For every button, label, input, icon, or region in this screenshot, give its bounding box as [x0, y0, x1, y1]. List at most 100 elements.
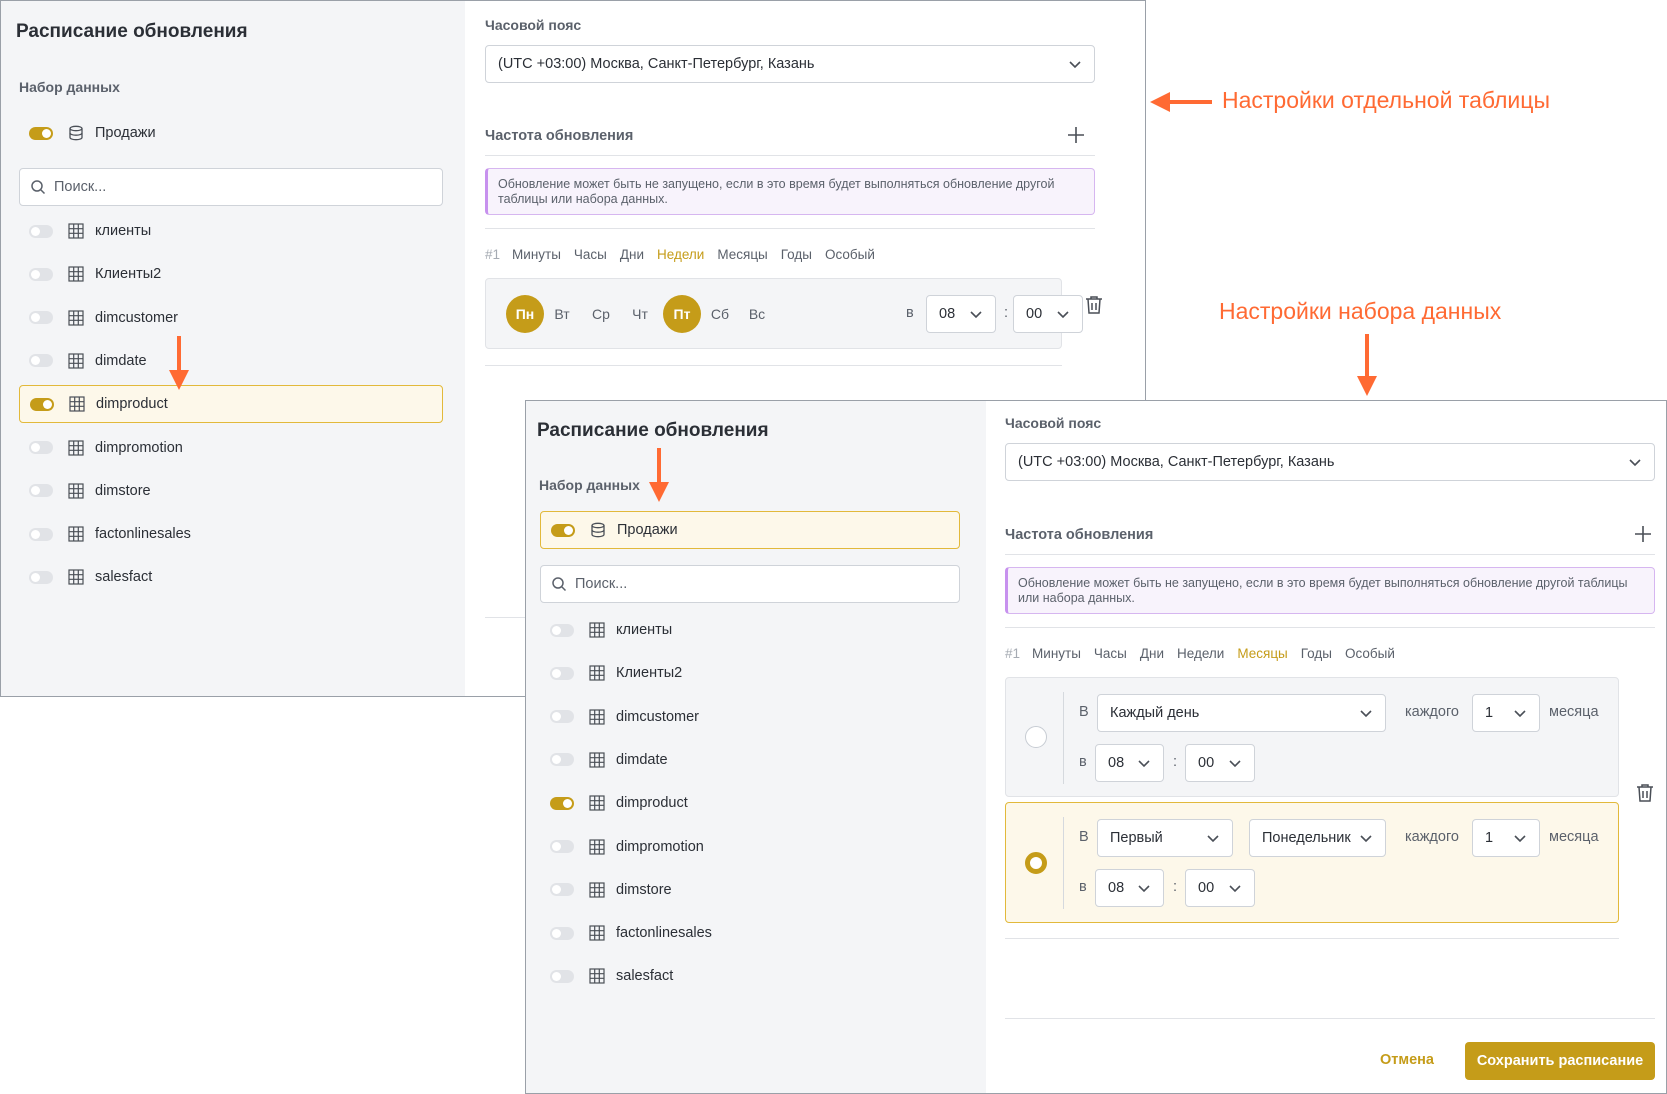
timezone-select[interactable]: (UTC +03:00) Москва, Санкт-Петербург, Ка… — [1005, 443, 1655, 481]
frequency-tab[interactable]: Минуты — [1032, 646, 1081, 661]
trash-icon[interactable] — [1085, 295, 1103, 315]
table-row[interactable]: клиенты — [19, 212, 443, 250]
frequency-label: Частота обновления — [485, 128, 634, 144]
table-toggle[interactable] — [29, 527, 53, 541]
table-toggle[interactable] — [550, 753, 574, 767]
table-row[interactable]: dimpromotion — [540, 828, 960, 866]
table-toggle[interactable] — [550, 623, 574, 637]
table-row[interactable]: dimpromotion — [19, 429, 443, 467]
table-toggle[interactable] — [550, 883, 574, 897]
table-row[interactable]: dimcustomer — [540, 698, 960, 736]
table-row[interactable]: dimproduct — [19, 385, 443, 424]
schedule-option-every-day[interactable]: В Каждый день каждого 1 месяца в 08 : 00 — [1005, 677, 1619, 797]
table-toggle[interactable] — [550, 710, 574, 724]
divider — [1005, 627, 1655, 628]
table-toggle[interactable] — [30, 397, 54, 411]
table-toggle[interactable] — [550, 840, 574, 853]
dataset-toggle[interactable] — [29, 126, 53, 140]
table-row[interactable]: Клиенты2 — [540, 654, 960, 692]
search-input[interactable] — [54, 179, 414, 195]
weekday-toggle[interactable]: Чт — [621, 295, 659, 333]
frequency-tab[interactable]: Месяцы — [717, 247, 767, 262]
table-name: dimcustomer — [95, 309, 178, 326]
minute-select[interactable]: 00 — [1185, 869, 1255, 907]
weekday-select[interactable]: Понедельник — [1249, 819, 1386, 857]
hour-select[interactable]: 08 — [926, 295, 996, 333]
table-toggle[interactable] — [29, 224, 53, 238]
option-radio-selected[interactable] — [1025, 852, 1047, 874]
frequency-tab[interactable]: Недели — [1177, 646, 1224, 661]
frequency-tab[interactable]: Особый — [1345, 646, 1395, 661]
weekday-toggle[interactable]: Пт — [663, 295, 701, 333]
weekday-toggle[interactable]: Пн — [506, 295, 544, 333]
weekday-toggle[interactable]: Ср — [582, 295, 620, 333]
search-box[interactable] — [19, 168, 443, 206]
weekday-toggle[interactable]: Вс — [738, 295, 776, 333]
minute-select[interactable]: 00 — [1013, 295, 1083, 333]
frequency-tab[interactable]: Часы — [574, 247, 607, 262]
minute-value: 00 — [1026, 306, 1043, 322]
table-row[interactable]: factonlinesales — [19, 515, 443, 553]
add-schedule-icon[interactable] — [1067, 126, 1085, 144]
search-input[interactable] — [575, 576, 935, 592]
table-toggle[interactable] — [550, 926, 574, 940]
divider — [485, 155, 1095, 156]
table-row[interactable]: dimdate — [540, 741, 960, 779]
ordinal-select[interactable]: Первый — [1097, 819, 1233, 857]
day-select[interactable]: Каждый день — [1097, 694, 1386, 732]
table-toggle[interactable] — [550, 666, 574, 680]
table-toggle[interactable] — [29, 570, 53, 584]
table-row[interactable]: клиенты — [540, 611, 960, 649]
table-toggle[interactable] — [550, 796, 574, 810]
table-toggle[interactable] — [29, 354, 53, 368]
frequency-tab[interactable]: Недели — [657, 247, 704, 262]
table-toggle[interactable] — [550, 969, 574, 983]
save-schedule-button[interactable]: Сохранить расписание — [1465, 1042, 1655, 1080]
table-name: dimpromotion — [95, 439, 183, 456]
table-toggle[interactable] — [29, 441, 53, 454]
table-row[interactable]: dimdate — [19, 342, 443, 380]
frequency-tab[interactable]: Дни — [1140, 646, 1164, 661]
table-toggle[interactable] — [29, 311, 53, 325]
table-row[interactable]: factonlinesales — [540, 914, 960, 952]
dataset-row[interactable]: Продажи — [540, 511, 960, 549]
weekday-toggle[interactable]: Вт — [543, 295, 581, 333]
weekday-toggle[interactable]: Сб — [701, 295, 739, 333]
table-row[interactable]: dimstore — [540, 871, 960, 909]
table-row[interactable]: salesfact — [540, 957, 960, 995]
table-toggle[interactable] — [29, 267, 53, 281]
frequency-tab[interactable]: Особый — [825, 247, 875, 262]
table-row[interactable]: dimproduct — [540, 784, 960, 822]
hour-select[interactable]: 08 — [1095, 744, 1164, 782]
option-radio[interactable] — [1025, 726, 1047, 748]
frequency-tab[interactable]: Месяцы — [1237, 646, 1287, 661]
table-row[interactable]: salesfact — [19, 558, 443, 596]
month-number-select[interactable]: 1 — [1472, 819, 1540, 857]
frequency-tab[interactable]: Часы — [1094, 646, 1127, 661]
frequency-tab[interactable]: Дни — [620, 247, 644, 262]
frequency-tab[interactable]: Минуты — [512, 247, 561, 262]
divider — [485, 228, 1095, 229]
add-schedule-icon[interactable] — [1634, 525, 1652, 543]
hour-select[interactable]: 08 — [1095, 869, 1164, 907]
schedule-option-first-weekday[interactable]: В Первый Понедельник каждого 1 месяца в … — [1005, 802, 1619, 923]
month-number-select[interactable]: 1 — [1472, 694, 1540, 732]
minute-value: 00 — [1198, 880, 1215, 896]
chevron-down-icon — [1138, 760, 1150, 768]
search-box[interactable] — [540, 565, 960, 603]
table-toggle[interactable] — [29, 484, 53, 498]
table-icon — [588, 794, 606, 812]
hour-value: 08 — [1108, 880, 1125, 896]
frequency-tab[interactable]: Годы — [1301, 646, 1332, 661]
timezone-select[interactable]: (UTC +03:00) Москва, Санкт-Петербург, Ка… — [485, 45, 1095, 83]
divider — [485, 365, 1062, 366]
dataset-toggle[interactable] — [551, 523, 575, 537]
table-row[interactable]: dimstore — [19, 472, 443, 510]
minute-select[interactable]: 00 — [1185, 744, 1255, 782]
trash-icon[interactable] — [1636, 783, 1654, 803]
table-row[interactable]: dimcustomer — [19, 299, 443, 337]
dataset-row[interactable]: Продажи — [19, 114, 443, 152]
table-row[interactable]: Клиенты2 — [19, 255, 443, 293]
frequency-tab[interactable]: Годы — [781, 247, 812, 262]
cancel-button[interactable]: Отмена — [1380, 1052, 1434, 1068]
